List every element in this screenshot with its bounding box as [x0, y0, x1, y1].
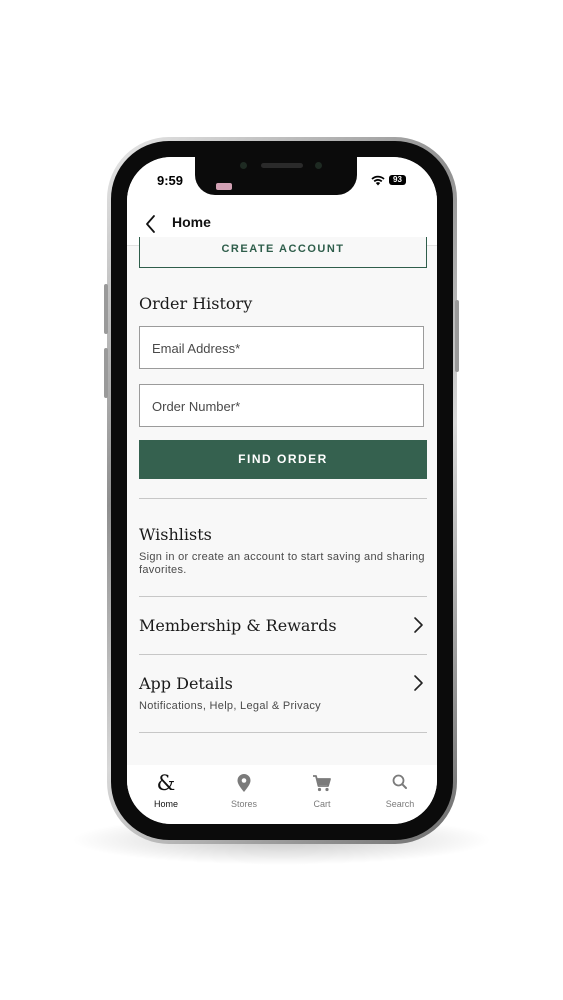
divider: [139, 498, 427, 499]
front-camera: [315, 162, 322, 169]
wishlists-description: Sign in or create an account to start sa…: [139, 551, 425, 576]
tab-home[interactable]: & Home: [128, 771, 204, 819]
phone-screen: 9:59 93 Home CREATE ACCOUNT Order Histor…: [127, 157, 437, 824]
order-number-field[interactable]: Order Number*: [139, 384, 424, 427]
search-icon: [392, 774, 407, 789]
create-account-label: CREATE ACCOUNT: [221, 243, 345, 255]
ampersand-icon: &: [156, 771, 176, 795]
membership-rewards-title: Membership & Rewards: [139, 616, 337, 635]
sensor-dot: [240, 162, 247, 169]
tab-cart[interactable]: Cart: [284, 771, 360, 819]
chevron-right-icon: [414, 675, 423, 691]
order-history-title: Order History: [139, 294, 253, 313]
chevron-right-icon: [414, 617, 423, 633]
battery-icon: 93: [389, 175, 406, 185]
app-details-row[interactable]: App Details Notifications, Help, Legal &…: [127, 655, 437, 731]
tab-search-label: Search: [385, 799, 415, 809]
tab-bar: & Home Stores Cart Search: [127, 765, 437, 824]
find-order-button[interactable]: FIND ORDER: [139, 440, 427, 479]
app-details-subtitle: Notifications, Help, Legal & Privacy: [139, 700, 321, 712]
divider: [139, 732, 427, 733]
side-button-left-2: [104, 348, 108, 398]
wishlists-title: Wishlists: [139, 525, 212, 544]
tab-cart-label: Cart: [313, 799, 331, 809]
status-time: 9:59: [157, 173, 184, 188]
side-button-right: [455, 300, 459, 372]
order-number-placeholder: Order Number*: [152, 399, 241, 414]
membership-rewards-row[interactable]: Membership & Rewards: [127, 597, 437, 654]
tab-stores[interactable]: Stores: [206, 771, 282, 819]
tab-search[interactable]: Search: [362, 771, 437, 819]
tab-home-label: Home: [153, 799, 178, 809]
app-details-title: App Details: [139, 674, 233, 693]
nav-title[interactable]: Home: [172, 214, 211, 230]
back-chevron-icon[interactable]: [143, 213, 159, 235]
tab-stores-label: Stores: [230, 799, 257, 809]
cart-icon: [313, 775, 331, 792]
create-account-button[interactable]: CREATE ACCOUNT: [139, 237, 427, 268]
screen-record-indicator: [216, 183, 232, 190]
side-button-left-1: [104, 284, 108, 334]
location-pin-icon: [237, 774, 251, 792]
wifi-icon: [371, 175, 385, 186]
camera-notch: [195, 157, 357, 195]
email-placeholder: Email Address*: [152, 341, 241, 356]
earpiece-speaker: [261, 163, 303, 168]
email-field[interactable]: Email Address*: [139, 326, 424, 369]
